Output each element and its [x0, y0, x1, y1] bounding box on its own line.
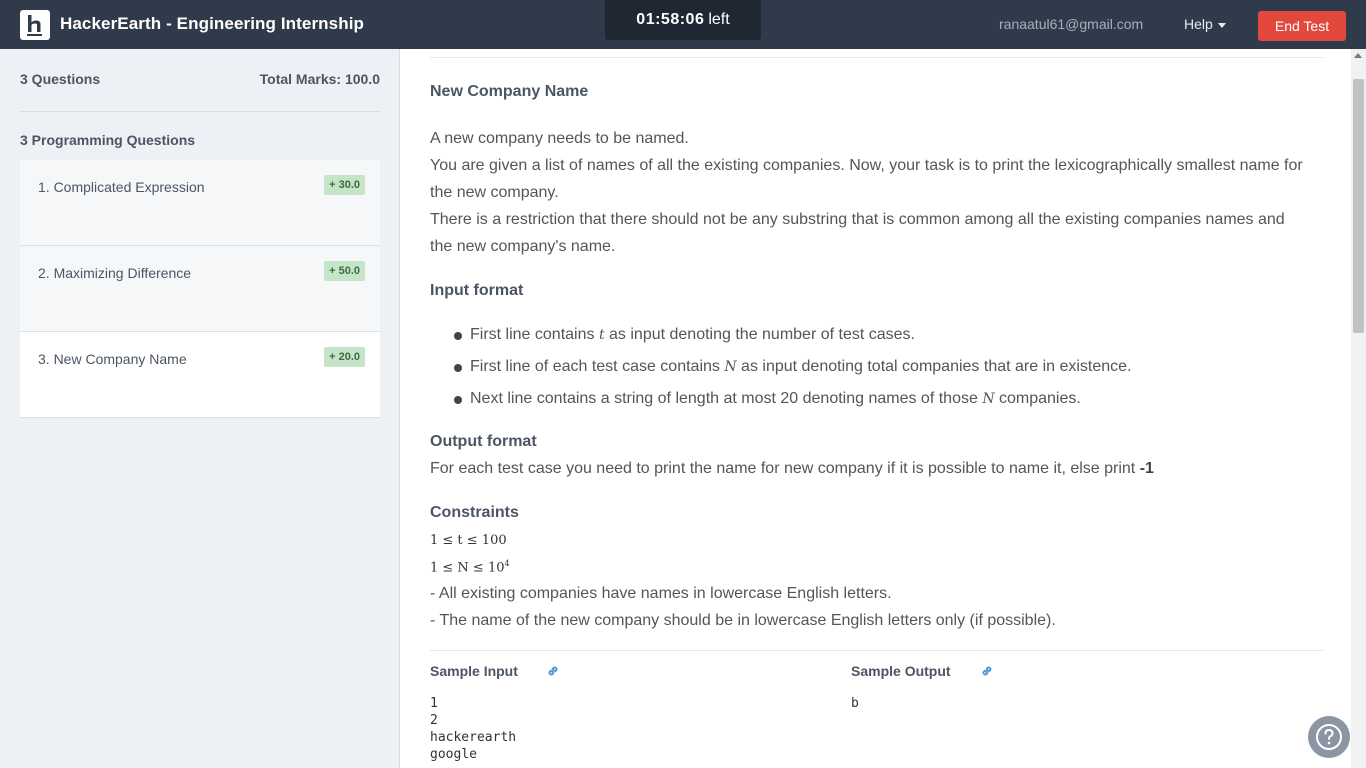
constraint-note-1: - All existing companies have names in l… — [430, 585, 892, 602]
output-format-heading: Output format — [430, 433, 537, 450]
question-list: 1. Complicated Expression + 30.0 2. Maxi… — [20, 160, 380, 418]
list-item: First line contains t as input denoting … — [430, 324, 1132, 356]
math-var: N — [982, 391, 995, 407]
link-icon[interactable] — [980, 664, 994, 678]
text: Next line contains a string of length at… — [470, 390, 983, 407]
marks-badge: + 20.0 — [324, 347, 365, 367]
link-icon[interactable] — [546, 664, 560, 678]
top-navbar: HackerEarth - Engineering Internship 01:… — [0, 0, 1366, 49]
text: companies. — [994, 390, 1081, 407]
sample-output-code: b — [851, 696, 859, 711]
sample-divider — [430, 650, 1323, 651]
vertical-scrollbar[interactable] — [1351, 49, 1366, 768]
section-title: 3 Programming Questions — [20, 132, 196, 148]
help-dropdown[interactable]: Help — [1184, 16, 1226, 32]
end-test-button[interactable]: End Test — [1258, 11, 1346, 41]
hackerearth-logo-icon[interactable] — [20, 10, 50, 40]
sidebar-divider — [20, 111, 380, 112]
constraint-n: 1 ≤ N ≤ 104 — [430, 559, 510, 575]
scroll-up-arrow-icon[interactable] — [1354, 53, 1362, 58]
text-strong: -1 — [1139, 460, 1154, 477]
question-item-2[interactable]: 2. Maximizing Difference + 50.0 — [20, 246, 380, 332]
text: For each test case you need to print the… — [430, 460, 1140, 477]
math-var: N — [724, 359, 737, 375]
question-sidebar: 3 Questions Total Marks: 100.0 3 Program… — [0, 49, 400, 768]
text: as input denoting total companies that a… — [736, 358, 1132, 375]
text: as input denoting the number of test cas… — [604, 326, 915, 343]
question-item-1[interactable]: 1. Complicated Expression + 30.0 — [20, 160, 380, 246]
test-title: HackerEarth - Engineering Internship — [60, 14, 364, 33]
problem-intro-2: You are given a list of names of all the… — [430, 157, 1303, 201]
question-title: 2. Maximizing Difference — [38, 265, 192, 281]
question-item-3[interactable]: 3. New Company Name + 20.0 — [20, 332, 380, 418]
list-item: Next line contains a string of length at… — [430, 388, 1132, 420]
sample-output-label: Sample Output — [851, 663, 951, 679]
top-divider — [430, 57, 1323, 58]
question-circle-icon — [1316, 724, 1342, 750]
text: 1 ≤ N ≤ 10 — [430, 560, 505, 576]
marks-badge: + 30.0 — [324, 175, 365, 195]
exponent: 4 — [504, 559, 510, 568]
total-marks: Total Marks: 100.0 — [259, 71, 380, 87]
input-format-list: First line contains t as input denoting … — [430, 324, 1132, 420]
question-count: 3 Questions — [20, 71, 101, 87]
problem-intro-1: A new company needs to be named. — [430, 130, 689, 147]
text: First line contains — [470, 326, 599, 343]
countdown-timer: 01:58:06 left — [605, 0, 761, 40]
question-title: 3. New Company Name — [38, 351, 187, 367]
problem-intro-3: There is a restriction that there should… — [430, 211, 1285, 255]
sidebar-summary: 3 Questions Total Marks: 100.0 — [20, 71, 380, 89]
sample-input-code: 1 2 hackerearth google — [430, 696, 517, 762]
list-item: First line of each test case contains N … — [430, 356, 1132, 388]
constraints-heading: Constraints — [430, 504, 519, 521]
sample-input-label: Sample Input — [430, 663, 518, 679]
input-format-heading: Input format — [430, 282, 524, 299]
text: First line of each test case contains — [470, 358, 725, 375]
constraint-t: 1 ≤ t ≤ 100 — [430, 533, 507, 548]
timer-suffix: left — [708, 11, 730, 28]
scroll-thumb[interactable] — [1353, 79, 1364, 333]
constraint-note-2: - The name of the new company should be … — [430, 612, 1056, 629]
timer-value: 01:58:06 — [636, 11, 705, 28]
help-label: Help — [1184, 16, 1213, 32]
output-format-text: For each test case you need to print the… — [430, 455, 1154, 482]
problem-title: New Company Name — [430, 83, 589, 100]
help-chat-button[interactable] — [1308, 716, 1350, 758]
caret-down-icon — [1217, 22, 1226, 28]
marks-badge: + 50.0 — [324, 261, 365, 281]
problem-panel: New Company Name A new company needs to … — [400, 49, 1351, 768]
user-email: ranaatul61@gmail.com — [999, 16, 1144, 32]
question-title: 1. Complicated Expression — [38, 179, 205, 195]
